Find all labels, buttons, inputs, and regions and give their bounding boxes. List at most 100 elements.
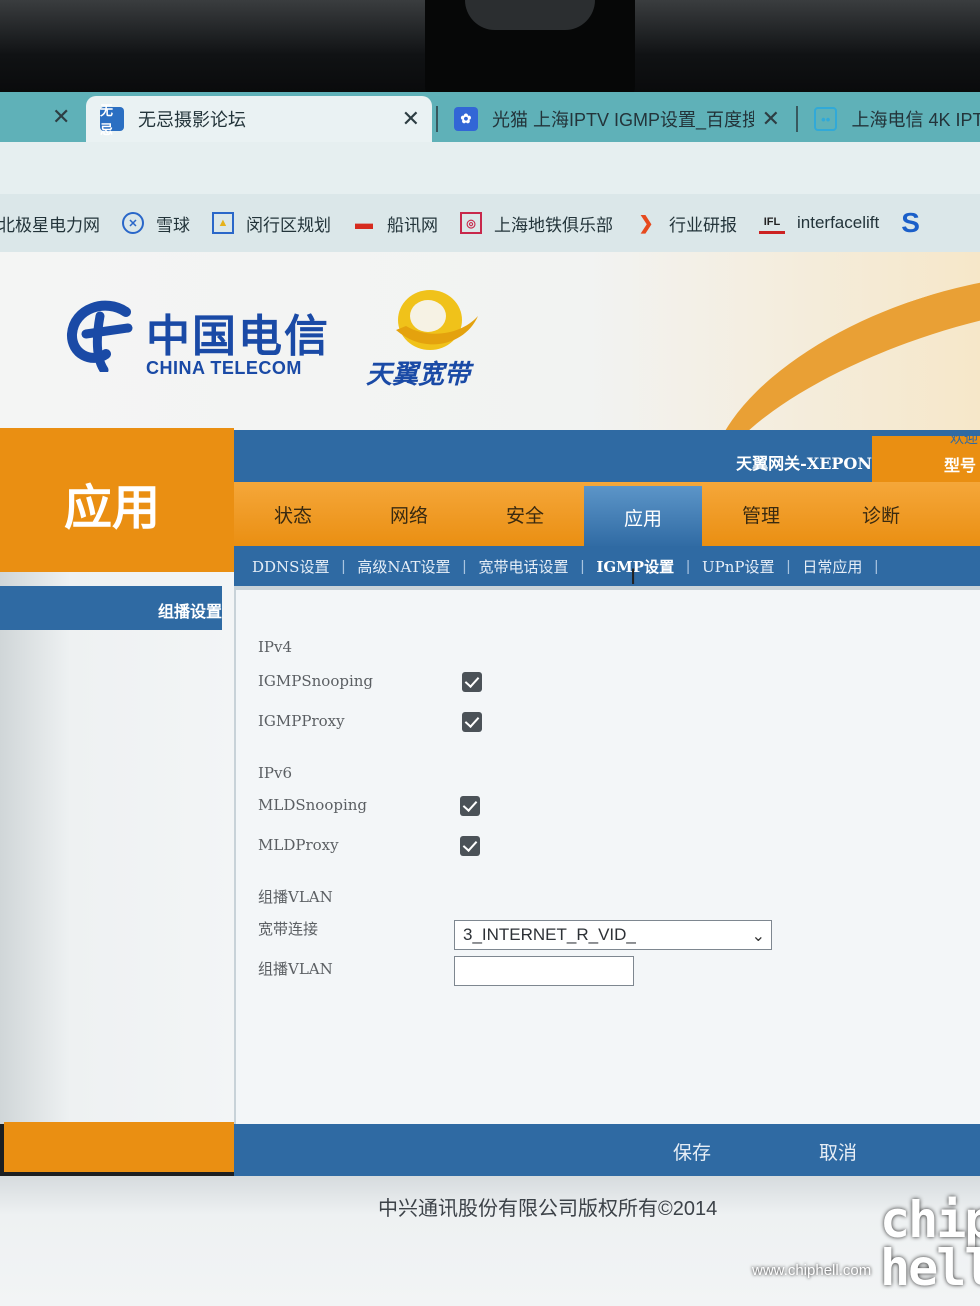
browser-tab-bilibili[interactable]: •• 上海电信 4K IPT	[800, 96, 980, 142]
gateway-name: 天翼网关-XEPON	[736, 454, 872, 473]
tab-separator	[436, 106, 438, 132]
bookmark-label: 上海地铁俱乐部	[494, 215, 613, 235]
save-button[interactable]: 保存	[632, 1132, 752, 1170]
china-telecom-e-icon	[67, 300, 133, 372]
bookmark-label: 行业研报	[669, 215, 737, 235]
igmp-proxy-label: IGMPProxy	[258, 712, 345, 730]
bilibili-tv-icon: ••	[814, 107, 838, 131]
subnav-separator: |	[580, 557, 585, 575]
sidebar: 组播设置	[0, 572, 234, 1124]
bookmark-metro[interactable]: ◎ 上海地铁俱乐部	[460, 211, 613, 236]
tab-status[interactable]: 状态	[234, 482, 352, 546]
tab-application[interactable]: 应用	[584, 486, 702, 548]
metro-icon: ◎	[460, 212, 482, 234]
bookmark-beijixing[interactable]: 北极星电力网	[0, 211, 100, 236]
cancel-button[interactable]: 取消	[778, 1132, 898, 1170]
sidebar-item-multicast[interactable]: 组播设置	[0, 586, 222, 630]
subnav-separator: |	[686, 557, 690, 575]
action-bar: 保存 取消	[234, 1124, 980, 1176]
subnav-separator: |	[786, 557, 791, 575]
main-nav: 状态 网络 安全 应用 管理 诊断	[234, 482, 980, 548]
bookmark-label: 北极星电力网	[0, 215, 100, 235]
multicast-vlan-input[interactable]	[454, 956, 634, 986]
subnav-separator: |	[462, 557, 467, 575]
subnav-separator: |	[874, 557, 879, 575]
subnav-daily-apps[interactable]: 日常应用	[802, 556, 862, 577]
tab-close-icon[interactable]: ✕	[762, 106, 780, 132]
tab-network[interactable]: 网络	[350, 482, 468, 546]
ipv4-heading: IPv4	[258, 638, 293, 656]
mld-proxy-checkbox[interactable]	[460, 836, 480, 856]
subnav-ddns[interactable]: DDNS设置	[252, 556, 329, 577]
igmp-proxy-checkbox[interactable]	[462, 712, 482, 732]
chiphell-watermark: chip hell www.chiphell.com	[752, 1191, 980, 1306]
igmp-snooping-label: IGMPSnooping	[258, 672, 374, 690]
tab-label: 光猫 上海IPTV IGMP设置_百度搜	[492, 110, 754, 130]
browser-tab-bar: ✕ 无忌 无忌摄影论坛 ✕ ✿ 光猫 上海IPTV IGMP设置_百度搜 ✕ •…	[0, 92, 980, 142]
chevron-down-icon: ⌄	[751, 928, 765, 945]
bookmark-interfacelift[interactable]: IFL interfacelift	[759, 212, 879, 234]
bookmark-report[interactable]: ❯ 行业研报	[635, 211, 737, 236]
subnav-voip[interactable]: 宽带电话设置	[478, 556, 568, 577]
tab-close-icon[interactable]: ✕	[402, 106, 420, 132]
planning-icon: ▲	[212, 212, 234, 234]
tianyi-logo: 天翼宽带	[366, 286, 496, 396]
gateway-bar: 天翼网关-XEPON	[234, 430, 980, 482]
tab-label: 无忌摄影论坛	[138, 110, 246, 130]
tab-management[interactable]: 管理	[702, 482, 820, 546]
tianyi-swirl-icon	[396, 290, 478, 350]
snowball-icon: ✕	[122, 212, 144, 234]
watermark-url: www.chiphell.com	[752, 1262, 872, 1279]
multicast-vlan-label: 组播VLAN	[258, 960, 333, 978]
page-header: 中国电信 CHINA TELECOM 天翼宽带	[0, 252, 980, 432]
webcam-lens	[465, 0, 595, 30]
tab-diagnostics[interactable]: 诊断	[822, 482, 940, 546]
subnav-advanced-nat[interactable]: 高级NAT设置	[357, 556, 450, 577]
bookmarks-bar: 北极星电力网 ✕ 雪球 ▲ 闵行区规划 ▬ 船讯网 ◎ 上海地铁俱乐部 ❯ 行业研报 IF…	[0, 194, 980, 252]
bookmark-minhang[interactable]: ▲ 闵行区规划	[212, 211, 331, 236]
bookmark-shipxy[interactable]: ▬ 船讯网	[353, 211, 438, 236]
watermark-logo: chip hell	[880, 1191, 980, 1297]
text-cursor-icon: I	[630, 564, 637, 589]
bookmark-label: 雪球	[156, 215, 190, 235]
baidu-paw-icon: ✿	[454, 107, 478, 131]
bookmark-label: 船讯网	[387, 215, 438, 235]
brand-en: CHINA TELECOM	[146, 358, 302, 378]
bottom-left-bar	[4, 1122, 234, 1172]
sub-nav: DDNS设置 | 高级NAT设置 | 宽带电话设置 | IGMP设置 | UPnP设置 |…	[234, 546, 980, 586]
bookmark-overflow-icon[interactable]: S	[901, 207, 920, 239]
model-panel: 欢迎 型号	[872, 431, 980, 484]
bookmark-label: interfacelift	[797, 213, 880, 232]
mld-snooping-checkbox[interactable]	[460, 796, 480, 816]
select-value: 3_INTERNET_R_VID_	[463, 925, 636, 944]
ipv6-heading: IPv6	[258, 764, 293, 782]
previous-tab-close-icon[interactable]: ✕	[52, 104, 70, 130]
bookmark-snowball[interactable]: ✕ 雪球	[122, 211, 190, 236]
section-title-panel: 应用	[0, 428, 234, 572]
broadband-connection-label: 宽带连接	[258, 920, 319, 938]
brand-cn: 中国电信	[146, 311, 330, 362]
mld-proxy-label: MLDProxy	[258, 836, 339, 854]
igmp-settings-form: I IPv4 IGMPSnooping IGMPProxy IPv6 MLDSn…	[234, 564, 980, 1126]
multicast-vlan-heading: 组播VLAN	[258, 888, 333, 906]
broadband-connection-select[interactable]: 3_INTERNET_R_VID_ ⌄	[454, 920, 772, 950]
header-swoosh	[672, 252, 980, 432]
model-label: 型号	[944, 456, 977, 475]
browser-tab-baidu[interactable]: ✿ 光猫 上海IPTV IGMP设置_百度搜 ✕	[440, 96, 792, 142]
product-name: 天翼宽带	[366, 359, 471, 389]
bookmark-label: 闵行区规划	[246, 215, 331, 235]
subnav-upnp[interactable]: UPnP设置	[702, 556, 775, 577]
address-row	[0, 142, 980, 194]
ship-icon: ▬	[355, 212, 373, 233]
tab-security[interactable]: 安全	[466, 482, 584, 546]
sidebar-item-label: 组播设置	[157, 602, 222, 621]
tab-separator	[796, 106, 798, 132]
section-title: 应用	[64, 480, 161, 536]
mld-snooping-label: MLDSnooping	[258, 796, 368, 814]
welcome-text: 欢迎	[950, 431, 978, 447]
report-icon: ❯	[638, 212, 654, 233]
wuji-icon: 无忌	[100, 103, 124, 137]
webcam-housing	[425, 0, 635, 104]
browser-tab-wuji[interactable]: 无忌 无忌摄影论坛 ✕	[86, 96, 432, 142]
igmp-snooping-checkbox[interactable]	[462, 672, 482, 692]
